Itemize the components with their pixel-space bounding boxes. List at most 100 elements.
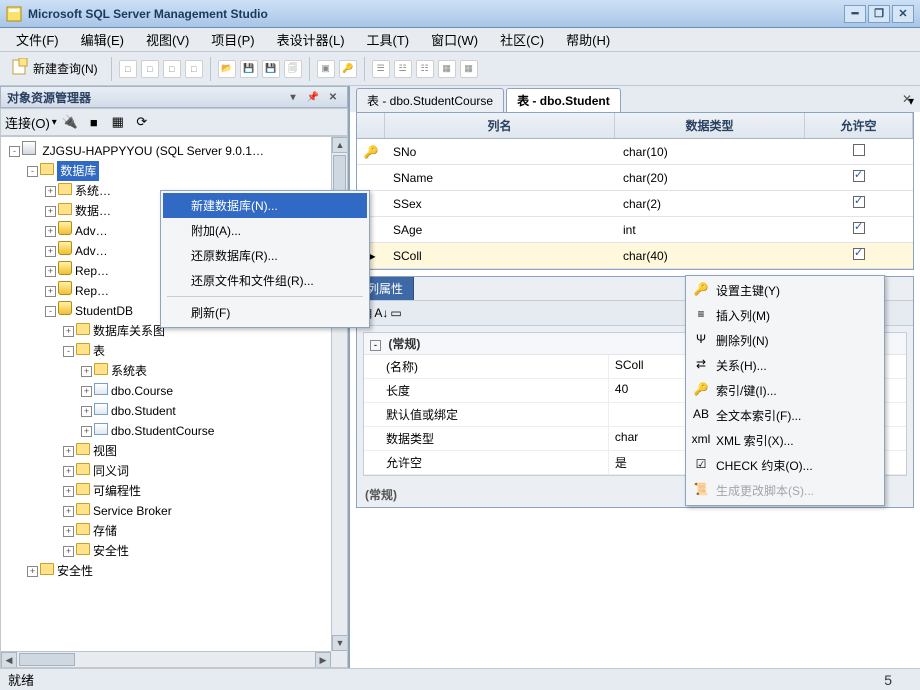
minimize-button[interactable]: ━ (844, 5, 866, 23)
cell-colname[interactable]: SSex (385, 197, 615, 211)
menu-item[interactable]: ☑CHECK 约束(O)... (688, 453, 882, 478)
menu-item[interactable]: 还原数据库(R)... (163, 243, 367, 268)
panel-dropdown-icon[interactable]: ▾ (285, 90, 301, 104)
menu-view[interactable]: 视图(V) (136, 28, 199, 51)
scroll-up-icon[interactable]: ▲ (332, 137, 348, 153)
cell-datatype[interactable]: int (615, 223, 805, 237)
menu-item[interactable]: Ψ删除列(N) (688, 328, 882, 353)
allow-null-checkbox[interactable] (853, 222, 865, 234)
header-allownull[interactable]: 允许空 (805, 113, 913, 138)
prop-az-icon[interactable]: A↓ (374, 306, 388, 320)
databases-node[interactable]: 数据库 (57, 161, 99, 181)
toolbar-icon-b[interactable]: ☳ (394, 60, 412, 78)
rep1-node[interactable]: Rep… (72, 261, 112, 281)
toolbar-icon-c[interactable]: ☷ (416, 60, 434, 78)
toolbar-icon-save[interactable]: 💾 (240, 60, 258, 78)
cell-datatype[interactable]: char(2) (615, 197, 805, 211)
connect-label[interactable]: 连接(O) (5, 113, 50, 132)
panel-pin-icon[interactable]: 📌 (305, 90, 321, 104)
connect-icon-4[interactable]: ⟳ (131, 111, 153, 133)
scroll-right-icon[interactable]: ▶ (315, 652, 331, 668)
close-window-button[interactable]: ✕ (892, 5, 914, 23)
menu-item[interactable]: ⇄关系(H)... (688, 353, 882, 378)
vscroll-thumb[interactable] (333, 155, 346, 195)
toolbar-icon-script[interactable]: ▣ (317, 60, 335, 78)
connect-icon-3[interactable]: ▦ (107, 111, 129, 133)
views-node[interactable]: 视图 (90, 441, 120, 461)
cell-datatype[interactable]: char(10) (615, 145, 805, 159)
table-course-node[interactable]: dbo.Course (108, 381, 176, 401)
toolbar-icon-a[interactable]: ☰ (372, 60, 390, 78)
scroll-down-icon[interactable]: ▼ (332, 635, 348, 651)
allow-null-checkbox[interactable] (853, 144, 865, 156)
menu-tools[interactable]: 工具(T) (357, 28, 420, 51)
diagrams-node[interactable]: 数据库关系图 (90, 321, 168, 341)
header-colname[interactable]: 列名 (385, 113, 615, 138)
sysdb-node[interactable]: 系统… (72, 181, 114, 201)
adv1-node[interactable]: Adv… (72, 221, 111, 241)
tree-hscroll[interactable]: ◀ ▶ (1, 651, 331, 667)
menu-item[interactable]: 🔑索引/键(I)... (688, 378, 882, 403)
menu-tabledesigner[interactable]: 表设计器(L) (267, 28, 355, 51)
allow-null-checkbox[interactable] (853, 196, 865, 208)
table-student-node[interactable]: dbo.Student (108, 401, 179, 421)
new-query-button[interactable]: 新建查询(N) (4, 56, 105, 82)
adv2-node[interactable]: Adv… (72, 241, 111, 261)
toolbar-icon-1[interactable]: □ (119, 60, 137, 78)
cell-colname[interactable]: SColl (385, 249, 615, 263)
server-security-node[interactable]: 安全性 (54, 561, 96, 581)
menu-help[interactable]: 帮助(H) (556, 28, 620, 51)
menu-item[interactable]: xmlXML 索引(X)... (688, 428, 882, 453)
maximize-button[interactable]: ❐ (868, 5, 890, 23)
prop-page-icon[interactable]: ▭ (390, 306, 401, 320)
cell-colname[interactable]: SNo (385, 145, 615, 159)
tab-student[interactable]: 表 - dbo.Student (506, 88, 621, 112)
toolbar-icon-4[interactable]: □ (185, 60, 203, 78)
allow-null-checkbox[interactable] (853, 170, 865, 182)
toolbar-icon-2[interactable]: □ (141, 60, 159, 78)
menu-item[interactable]: 新建数据库(N)... (163, 193, 367, 218)
allow-null-checkbox[interactable] (853, 248, 865, 260)
toolbar-icon-e[interactable]: ▦ (460, 60, 478, 78)
grid-row[interactable]: 🔑SNochar(10) (357, 139, 913, 165)
tab-studentcourse[interactable]: 表 - dbo.StudentCourse (356, 88, 504, 112)
dbsnap-node[interactable]: 数据… (72, 201, 114, 221)
cell-datatype[interactable]: char(40) (615, 249, 805, 263)
grid-row[interactable]: SSexchar(2) (357, 191, 913, 217)
toolbar-icon-d[interactable]: ▦ (438, 60, 456, 78)
programmability-node[interactable]: 可编程性 (90, 481, 144, 501)
menu-file[interactable]: 文件(F) (6, 28, 69, 51)
menu-item[interactable]: ≡插入列(M) (688, 303, 882, 328)
toolbar-icon-key[interactable]: 🔑 (339, 60, 357, 78)
menu-community[interactable]: 社区(C) (490, 28, 554, 51)
connect-icon-2[interactable]: ■ (83, 111, 105, 133)
grid-row[interactable]: ▶SCollchar(40) (357, 243, 913, 269)
toolbar-icon-saveall[interactable]: 💾 (262, 60, 280, 78)
connect-icon-1[interactable]: 🔌 (59, 111, 81, 133)
table-studentcourse-node[interactable]: dbo.StudentCourse (108, 421, 217, 441)
panel-close-icon[interactable]: ✕ (325, 90, 341, 104)
servicebroker-node[interactable]: Service Broker (90, 501, 175, 521)
grid-row[interactable]: SNamechar(20) (357, 165, 913, 191)
tab-close-icon[interactable]: ✕ (902, 92, 912, 106)
menu-item[interactable]: 刷新(F) (163, 300, 367, 325)
grid-row[interactable]: SAgeint (357, 217, 913, 243)
hscroll-thumb[interactable] (19, 653, 75, 666)
studentdb-node[interactable]: StudentDB (72, 301, 136, 321)
menu-project[interactable]: 项目(P) (201, 28, 264, 51)
menu-item[interactable]: 还原文件和文件组(R)... (163, 268, 367, 293)
server-node[interactable]: ZJGSU-HAPPYYOU (SQL Server 9.0.1… (39, 141, 267, 161)
cell-datatype[interactable]: char(20) (615, 171, 805, 185)
scroll-left-icon[interactable]: ◀ (1, 652, 17, 668)
storage-node[interactable]: 存储 (90, 521, 120, 541)
menu-edit[interactable]: 编辑(E) (71, 28, 134, 51)
menu-item[interactable]: 附加(A)... (163, 218, 367, 243)
header-datatype[interactable]: 数据类型 (615, 113, 805, 138)
menu-item[interactable]: AB全文本索引(F)... (688, 403, 882, 428)
systables-node[interactable]: 系统表 (108, 361, 150, 381)
rep2-node[interactable]: Rep… (72, 281, 112, 301)
toolbar-icon-3[interactable]: □ (163, 60, 181, 78)
menu-item[interactable]: 🔑设置主键(Y) (688, 278, 882, 303)
menu-window[interactable]: 窗口(W) (421, 28, 488, 51)
synonyms-node[interactable]: 同义词 (90, 461, 132, 481)
